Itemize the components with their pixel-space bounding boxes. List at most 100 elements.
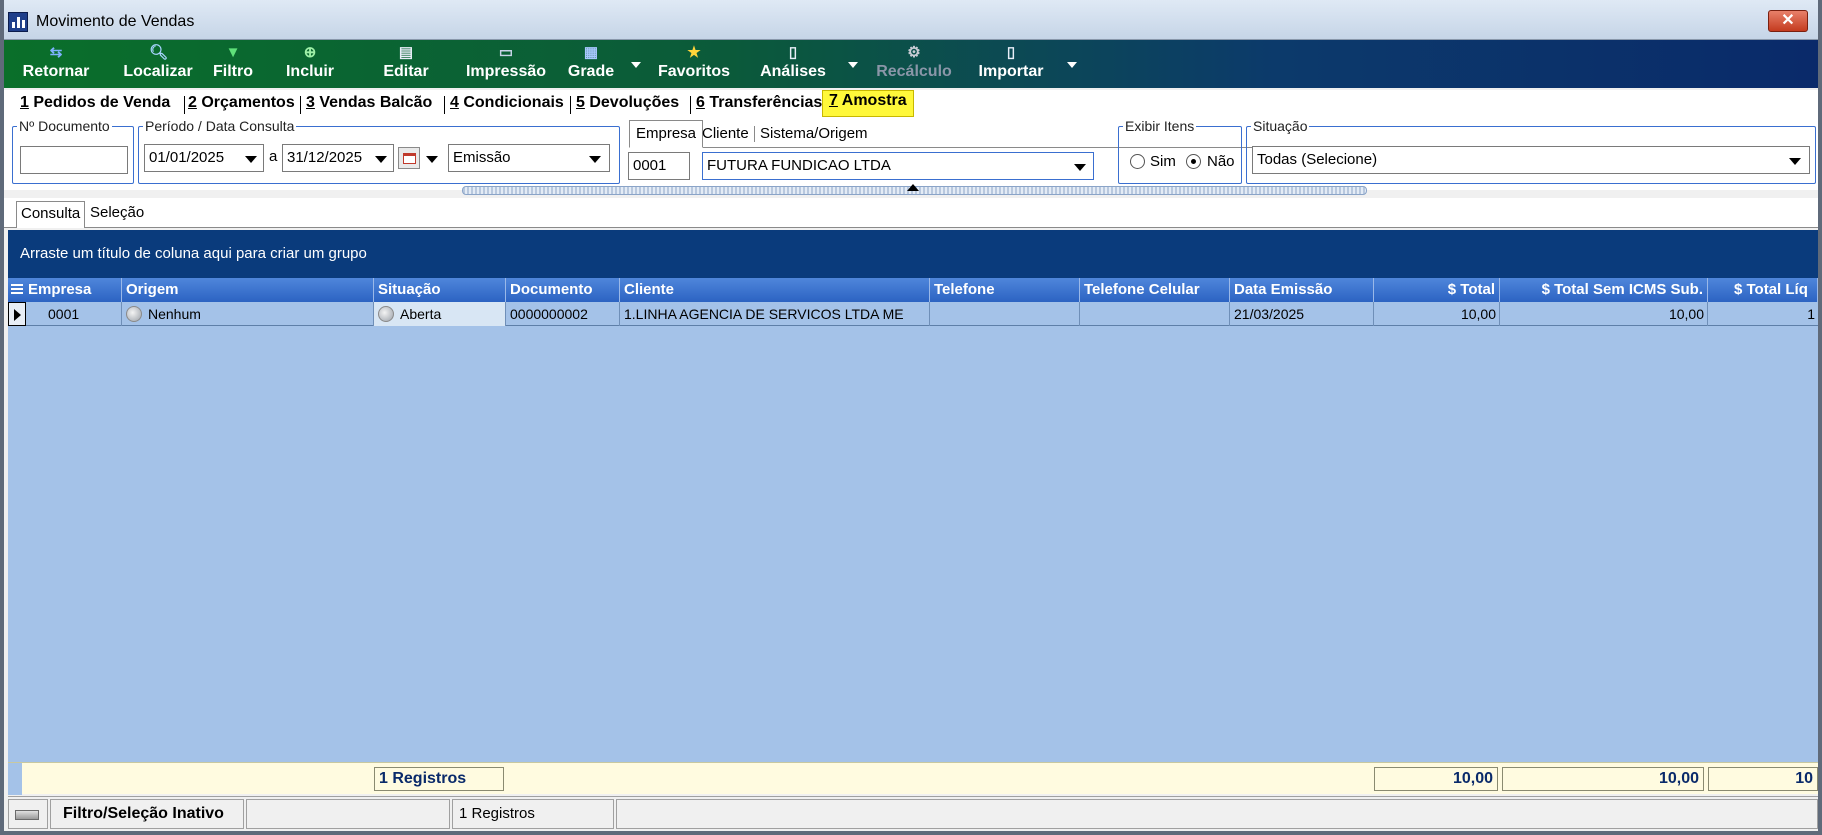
retornar-button[interactable]: ⇆ Retornar — [16, 40, 96, 88]
documento-input[interactable] — [20, 146, 128, 174]
cell-situacao[interactable]: Aberta — [374, 302, 506, 326]
tab-vendas-balcao[interactable]: 3 Vendas Balcão — [306, 94, 432, 112]
footer-total-liquido: 10 — [1708, 767, 1818, 791]
add-circle-icon: ⊕ — [303, 44, 317, 61]
footer-total: 10,00 — [1374, 767, 1498, 791]
cell-total[interactable]: 10,00 — [1374, 302, 1500, 326]
cell-cliente[interactable]: 1.LINHA AGENCIA DE SERVICOS LTDA ME — [620, 302, 930, 326]
tab-devolucoes[interactable]: 5 Devoluções — [576, 94, 679, 112]
importar-button[interactable]: ▯ Importar — [974, 40, 1048, 88]
tab-orcamentos[interactable]: 2 Orçamentos — [188, 94, 295, 112]
favoritos-button[interactable]: ★ Favoritos — [656, 40, 732, 88]
date-type-select[interactable]: Emissão — [448, 144, 610, 172]
close-button[interactable]: ✕ — [1768, 10, 1808, 32]
impressao-button[interactable]: ▭ Impressão — [464, 40, 548, 88]
view-tabs: Consulta Seleção — [4, 198, 1818, 228]
title-bar: Movimento de Vendas ✕ — [4, 0, 1818, 40]
keyboard-icon — [15, 810, 39, 820]
grid-footer-summary: 1 Registros 10,00 10,00 10 — [8, 762, 1818, 795]
status-registros: 1 Registros — [452, 799, 614, 829]
col-telefone-celular[interactable]: Telefone Celular — [1080, 278, 1230, 302]
module-tabs: 1 Pedidos de Venda 2 Orçamentos 3 Vendas… — [4, 90, 1818, 118]
date-from-dropdown-icon[interactable] — [245, 156, 257, 163]
col-empresa[interactable]: Empresa — [24, 278, 122, 302]
col-data-emissao[interactable]: Data Emissão — [1230, 278, 1374, 302]
importar-dropdown-chevron-icon[interactable] — [1067, 62, 1077, 68]
panel-splitter[interactable] — [462, 184, 1367, 195]
tab-pedidos-de-venda[interactable]: 1 Pedidos de Venda — [20, 94, 170, 112]
date-type-chevron-down-icon[interactable] — [589, 156, 601, 163]
calendar-dropdown-icon[interactable] — [426, 156, 438, 163]
tab-selecao[interactable]: Seleção — [90, 204, 144, 221]
grid-icon: ▦ — [583, 44, 599, 61]
cell-telefone[interactable] — [930, 302, 1080, 326]
column-chooser-icon[interactable] — [10, 282, 24, 298]
gear-icon: ⚙ — [907, 44, 921, 61]
cell-total-sem-icms[interactable]: 10,00 — [1500, 302, 1708, 326]
tab-transferencias[interactable]: 6 Transferências — [696, 94, 822, 112]
tab-consulta[interactable]: Consulta — [16, 201, 86, 228]
footer-registros: 1 Registros — [374, 767, 504, 791]
exibir-nao-radio[interactable] — [1186, 154, 1201, 169]
col-telefone[interactable]: Telefone — [930, 278, 1080, 302]
status-empty-panel — [246, 799, 450, 829]
status-bar: Filtro/Seleção Inativo 1 Registros — [8, 796, 1818, 831]
recalculo-button[interactable]: ⚙ Recálculo — [874, 40, 954, 88]
footer-total-sem-icms: 10,00 — [1502, 767, 1704, 791]
empresa-code-input[interactable]: 0001 — [628, 152, 690, 180]
col-total[interactable]: $ Total — [1374, 278, 1500, 302]
analises-dropdown-chevron-icon[interactable] — [848, 62, 858, 68]
situacao-select[interactable]: Todas (Selecione) — [1252, 146, 1810, 174]
editar-button[interactable]: ▤ Editar — [378, 40, 434, 88]
cell-empresa[interactable]: 0001 — [26, 302, 122, 326]
cell-documento[interactable]: 0000000002 — [506, 302, 620, 326]
filtro-button[interactable]: ▼ Filtro — [208, 40, 258, 88]
exibir-itens-group: Exibir Itens — [1118, 118, 1242, 184]
toolbar: ⇆ Retornar 🔍︎ Localizar ▼ Filtro ⊕ Inclu… — [4, 40, 1818, 88]
back-arrow-icon: ⇆ — [49, 44, 63, 61]
col-total-sem-icms[interactable]: $ Total Sem ICMS Sub. — [1500, 278, 1708, 302]
printer-icon: ▭ — [498, 44, 514, 61]
exibir-sim-radio[interactable] — [1130, 154, 1145, 169]
date-to-dropdown-icon[interactable] — [375, 156, 387, 163]
star-icon: ★ — [687, 44, 701, 61]
tab-amostra[interactable]: 7 Amostra — [822, 90, 914, 117]
edit-document-icon: ▤ — [398, 44, 414, 61]
table-row[interactable]: 0001 Nenhum Aberta 0000000002 1.LINHA AG… — [8, 302, 1818, 326]
tab-sistema-origem[interactable]: Sistema/Origem — [760, 125, 868, 142]
col-situacao[interactable]: Situação — [374, 278, 506, 302]
grade-dropdown-chevron-icon[interactable] — [631, 62, 641, 68]
tab-cliente[interactable]: Cliente — [702, 125, 749, 142]
row-indicator-icon[interactable] — [8, 302, 26, 326]
filter-funnel-icon: ▼ — [225, 44, 241, 61]
cell-total-liquido[interactable]: 1 — [1708, 302, 1818, 326]
window-title: Movimento de Vendas — [36, 13, 195, 30]
empresa-chevron-down-icon[interactable] — [1074, 164, 1086, 171]
document-chart-icon: ▯ — [788, 44, 798, 61]
status-filtro: Filtro/Seleção Inativo — [50, 799, 244, 829]
incluir-button[interactable]: ⊕ Incluir — [280, 40, 340, 88]
search-icon: 🔍︎ — [149, 44, 169, 61]
col-documento[interactable]: Documento — [506, 278, 620, 302]
analises-button[interactable]: ▯ Análises — [760, 40, 826, 88]
cell-origem[interactable]: Nenhum — [122, 302, 374, 326]
grade-button[interactable]: ▦ Grade — [566, 40, 616, 88]
status-extra-panel — [616, 799, 1818, 829]
cell-data-emissao[interactable]: 21/03/2025 — [1230, 302, 1374, 326]
tab-empresa[interactable]: Empresa — [629, 120, 704, 148]
grid-body: 0001 Nenhum Aberta 0000000002 1.LINHA AG… — [8, 302, 1818, 762]
group-by-bar[interactable]: Arraste um título de coluna aqui para cr… — [8, 230, 1818, 278]
origem-status-icon — [126, 305, 142, 322]
calendar-icon[interactable] — [398, 147, 420, 169]
collapse-caret-icon[interactable] — [907, 184, 919, 191]
col-origem[interactable]: Origem — [122, 278, 374, 302]
col-total-liquido[interactable]: $ Total Líq — [1708, 278, 1818, 302]
tab-condicionais[interactable]: 4 Condicionais — [450, 94, 564, 112]
cell-telefone-celular[interactable] — [1080, 302, 1230, 326]
localizar-button[interactable]: 🔍︎ Localizar — [118, 40, 198, 88]
situacao-chevron-down-icon[interactable] — [1789, 158, 1801, 165]
empresa-name-select[interactable]: FUTURA FUNDICAO LTDA — [702, 152, 1094, 180]
grid-header: Empresa Origem Situação Documento Client… — [8, 278, 1818, 302]
col-cliente[interactable]: Cliente — [620, 278, 930, 302]
filter-panel: Nº Documento Período / Data Consulta 01/… — [4, 118, 1818, 190]
